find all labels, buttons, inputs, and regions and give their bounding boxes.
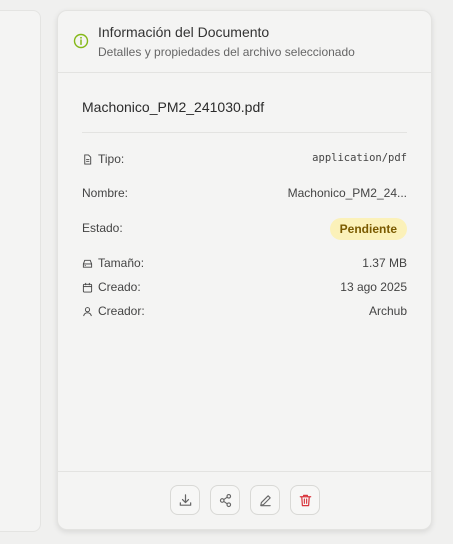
creator-label: Creador: (98, 304, 145, 318)
hard-drive-icon (82, 259, 93, 268)
pencil-icon (259, 494, 271, 506)
name-value: Machonico_PM2_24... (287, 186, 407, 200)
status-label: Estado: (82, 221, 123, 235)
size-label: Tamaño: (98, 256, 145, 270)
delete-button[interactable] (290, 485, 320, 515)
file-text-icon (84, 153, 92, 165)
download-button[interactable] (170, 485, 200, 515)
status-badge: Pendiente (329, 218, 407, 240)
calendar-icon (82, 282, 93, 293)
created-row: Creado: 13 ago 2025 (82, 278, 407, 298)
edit-button[interactable] (250, 485, 280, 515)
download-icon (179, 493, 191, 506)
share-button[interactable] (210, 485, 240, 515)
type-row: Tipo: application/pdf (82, 150, 407, 170)
size-value: 1.37 MB (362, 256, 407, 270)
divider (82, 132, 407, 133)
trash-icon (299, 494, 311, 506)
header-title: Información del Documento (98, 24, 270, 40)
name-row: Nombre: Machonico_PM2_24... (82, 184, 407, 204)
creator-row: Creador: Archub (82, 302, 407, 322)
status-row: Estado: Pendiente (82, 218, 407, 240)
left-panel (0, 10, 41, 532)
type-value: application/pdf (312, 152, 407, 164)
info-icon (73, 33, 89, 49)
user-icon (83, 306, 92, 316)
name-label: Nombre: (82, 186, 129, 200)
share-icon (219, 493, 231, 507)
type-label: Tipo: (98, 152, 125, 166)
file-name: Machonico_PM2_241030.pdf (82, 99, 265, 115)
card-header: Información del Documento Detalles y pro… (58, 11, 431, 73)
card-footer (58, 471, 431, 529)
created-label: Creado: (98, 280, 141, 294)
creator-value: Archub (368, 304, 407, 318)
created-value: 13 ago 2025 (340, 280, 407, 294)
document-info-card: Información del Documento Detalles y pro… (57, 10, 432, 530)
size-row: Tamaño: 1.37 MB (82, 254, 407, 274)
header-subtitle: Detalles y propiedades del archivo selec… (98, 45, 355, 59)
